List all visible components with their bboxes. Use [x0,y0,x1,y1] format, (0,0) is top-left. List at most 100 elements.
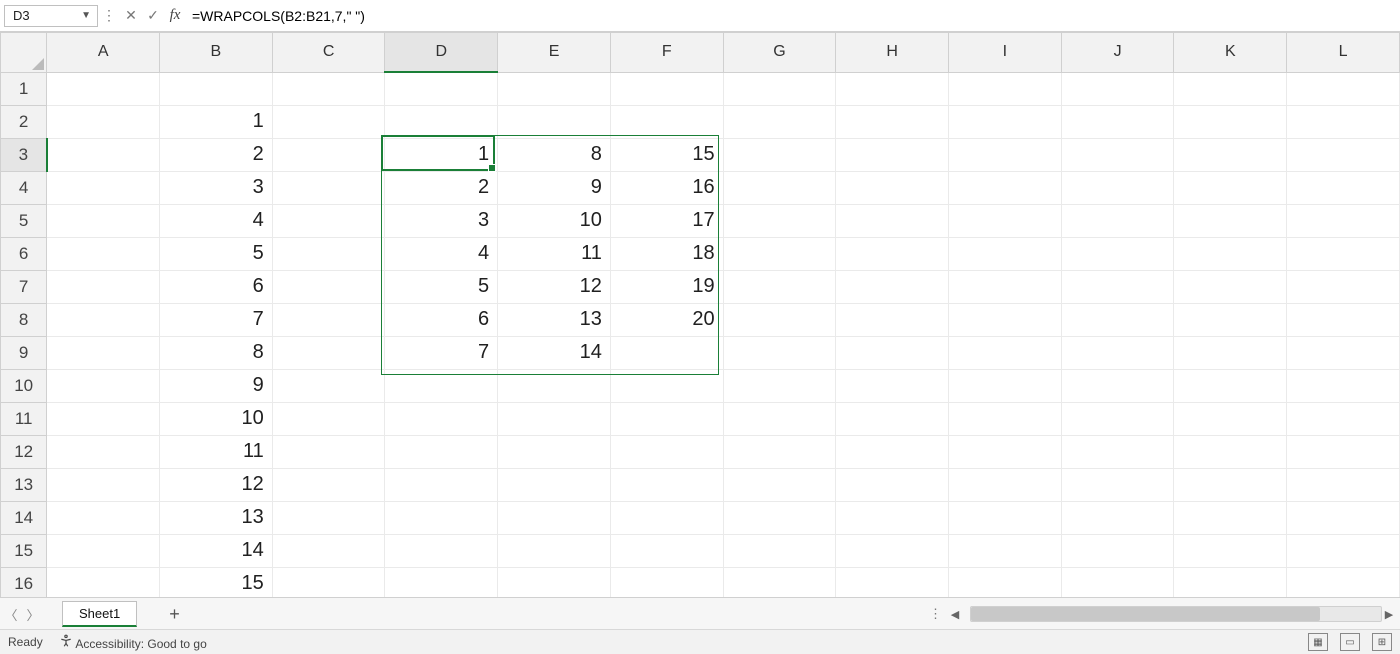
cell-B4[interactable]: 3 [160,171,273,204]
cell-F13[interactable] [610,468,723,501]
page-layout-view-icon[interactable]: ▭ [1340,633,1360,651]
formula-input[interactable] [186,4,1400,28]
enter-formula-icon[interactable]: ✓ [142,5,164,27]
cell-G16[interactable] [723,567,836,597]
cell-D6[interactable]: 4 [385,237,498,270]
cell-K10[interactable] [1174,369,1287,402]
row-header-13[interactable]: 13 [1,468,47,501]
cell-L3[interactable] [1287,138,1400,171]
hscroll-left-icon[interactable]: ◀ [948,608,962,621]
cell-B1[interactable] [160,72,273,105]
cell-D4[interactable]: 2 [385,171,498,204]
column-header-J[interactable]: J [1061,33,1174,73]
column-header-F[interactable]: F [610,33,723,73]
cell-L7[interactable] [1287,270,1400,303]
cell-E5[interactable]: 10 [498,204,611,237]
cell-L8[interactable] [1287,303,1400,336]
cell-K3[interactable] [1174,138,1287,171]
column-header-H[interactable]: H [836,33,949,73]
cell-F3[interactable]: 15 [610,138,723,171]
cell-H5[interactable] [836,204,949,237]
fx-icon[interactable]: fx [164,5,186,27]
cell-G14[interactable] [723,501,836,534]
cell-H4[interactable] [836,171,949,204]
cell-F9[interactable] [610,336,723,369]
cell-I12[interactable] [949,435,1062,468]
cell-J6[interactable] [1061,237,1174,270]
add-sheet-button[interactable]: + [169,604,180,625]
cell-E3[interactable]: 8 [498,138,611,171]
cell-C5[interactable] [272,204,385,237]
cell-J10[interactable] [1061,369,1174,402]
cell-E11[interactable] [498,402,611,435]
cell-D16[interactable] [385,567,498,597]
cell-C1[interactable] [272,72,385,105]
cell-H3[interactable] [836,138,949,171]
cell-C4[interactable] [272,171,385,204]
tab-scroll-left-icon[interactable]: 〈 [0,603,22,625]
cell-I2[interactable] [949,105,1062,138]
cell-I6[interactable] [949,237,1062,270]
cell-D15[interactable] [385,534,498,567]
cell-I15[interactable] [949,534,1062,567]
cell-K11[interactable] [1174,402,1287,435]
cell-G7[interactable] [723,270,836,303]
row-header-12[interactable]: 12 [1,435,47,468]
cell-H11[interactable] [836,402,949,435]
cell-I14[interactable] [949,501,1062,534]
cell-J12[interactable] [1061,435,1174,468]
row-header-1[interactable]: 1 [1,72,47,105]
row-header-5[interactable]: 5 [1,204,47,237]
cell-G4[interactable] [723,171,836,204]
cell-F10[interactable] [610,369,723,402]
normal-view-icon[interactable]: ▦ [1308,633,1328,651]
cell-J2[interactable] [1061,105,1174,138]
name-box[interactable]: D3 ▼ [4,5,98,27]
row-header-16[interactable]: 16 [1,567,47,597]
cell-J15[interactable] [1061,534,1174,567]
cell-E13[interactable] [498,468,611,501]
cell-A8[interactable] [47,303,160,336]
cell-F6[interactable]: 18 [610,237,723,270]
cell-I13[interactable] [949,468,1062,501]
cell-C14[interactable] [272,501,385,534]
cell-F7[interactable]: 19 [610,270,723,303]
select-all-corner[interactable] [1,33,47,73]
cell-G12[interactable] [723,435,836,468]
row-header-2[interactable]: 2 [1,105,47,138]
cell-F15[interactable] [610,534,723,567]
cell-C16[interactable] [272,567,385,597]
cell-L6[interactable] [1287,237,1400,270]
cell-E2[interactable] [498,105,611,138]
cell-J16[interactable] [1061,567,1174,597]
cell-G10[interactable] [723,369,836,402]
cell-D8[interactable]: 6 [385,303,498,336]
cell-I7[interactable] [949,270,1062,303]
cell-D2[interactable] [385,105,498,138]
cell-I9[interactable] [949,336,1062,369]
cell-B13[interactable]: 12 [160,468,273,501]
cell-D14[interactable] [385,501,498,534]
column-header-I[interactable]: I [949,33,1062,73]
column-header-E[interactable]: E [498,33,611,73]
horizontal-scrollbar-thumb[interactable] [971,607,1320,621]
cell-J1[interactable] [1061,72,1174,105]
page-break-view-icon[interactable]: ⊞ [1372,633,1392,651]
cell-E9[interactable]: 14 [498,336,611,369]
cell-A2[interactable] [47,105,160,138]
cell-I1[interactable] [949,72,1062,105]
cell-K6[interactable] [1174,237,1287,270]
cell-E8[interactable]: 13 [498,303,611,336]
cell-I11[interactable] [949,402,1062,435]
cell-H7[interactable] [836,270,949,303]
cell-B12[interactable]: 11 [160,435,273,468]
cell-A9[interactable] [47,336,160,369]
cell-I10[interactable] [949,369,1062,402]
row-header-15[interactable]: 15 [1,534,47,567]
cell-J9[interactable] [1061,336,1174,369]
cell-L1[interactable] [1287,72,1400,105]
cell-A7[interactable] [47,270,160,303]
cell-H12[interactable] [836,435,949,468]
cell-L13[interactable] [1287,468,1400,501]
cell-A4[interactable] [47,171,160,204]
